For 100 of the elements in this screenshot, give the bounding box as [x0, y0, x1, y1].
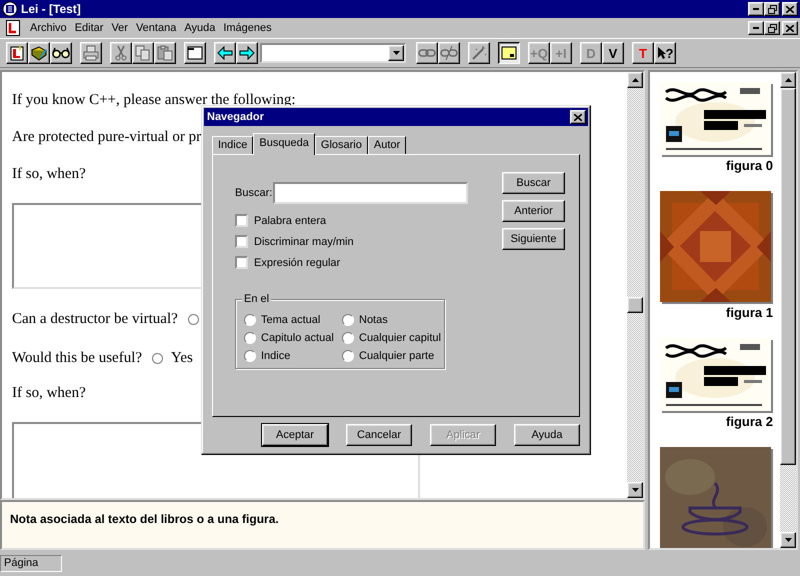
radio-button[interactable]	[342, 350, 354, 362]
action-button[interactable]: Buscar	[502, 172, 565, 194]
restore-icon	[768, 24, 776, 32]
pointer-icon	[656, 46, 666, 60]
radio-button[interactable]	[152, 353, 164, 364]
checkbox-label: Palabra entera	[254, 214, 326, 226]
menu-item[interactable]: Ventana	[132, 22, 180, 34]
figure-caption: figura 1	[726, 305, 773, 320]
down-arrow-icon	[784, 538, 792, 542]
menu-item[interactable]: Imágenes	[219, 22, 276, 34]
close-icon	[574, 114, 582, 120]
dialog-button[interactable]: Cancelar	[346, 424, 412, 446]
window-title: Lei - [Test]	[21, 2, 81, 16]
search-field[interactable]	[273, 182, 468, 204]
action-button[interactable]: Anterior	[502, 200, 565, 222]
up-arrow-icon	[784, 78, 792, 82]
glasses-icon	[52, 47, 70, 59]
copy-icon	[135, 45, 151, 61]
status-panel: Página	[0, 554, 62, 572]
glasses-button[interactable]	[50, 42, 72, 64]
checkbox[interactable]	[235, 235, 248, 248]
scroll-thumb[interactable]	[627, 297, 643, 313]
scroll-down-button[interactable]	[627, 482, 643, 498]
action-button[interactable]: Siguiente	[502, 228, 565, 250]
dialog-button[interactable]: Ayuda	[514, 424, 580, 446]
dialog-button[interactable]: Aceptar	[262, 424, 328, 446]
group-title: En el	[242, 293, 272, 305]
radio-button[interactable]	[244, 332, 256, 344]
broken-link-icon	[440, 45, 458, 61]
restore-button[interactable]	[764, 21, 780, 35]
scroll-thumb[interactable]	[780, 88, 796, 465]
close-button[interactable]	[782, 2, 798, 16]
note-button[interactable]	[498, 42, 520, 64]
printer-icon	[83, 45, 99, 61]
tab[interactable]: Glosario	[314, 136, 368, 154]
scroll-up-button[interactable]	[780, 72, 796, 88]
window-button[interactable]	[184, 42, 206, 64]
menu-item[interactable]: Archivo	[26, 22, 71, 34]
radio-label: Tema actual	[261, 314, 320, 326]
note-text: Nota asociada al texto del libros o a una figura.	[10, 512, 279, 526]
dialog-title: Navegador	[207, 111, 264, 123]
close-icon	[786, 24, 794, 32]
checkbox-label: Discriminar may/min	[254, 236, 354, 248]
radio-label: Notas	[359, 314, 388, 326]
help-button[interactable]: ?	[654, 42, 676, 64]
chain-link-icon	[418, 48, 436, 58]
left-arrow-icon	[217, 46, 233, 60]
figure-caption: figura 2	[726, 414, 773, 429]
letter-button[interactable]: V	[602, 42, 624, 64]
radio-label: Capitulo actual	[261, 332, 334, 344]
tab[interactable]: Busqueda	[253, 133, 315, 155]
close-icon	[786, 6, 794, 12]
scissors-icon	[115, 45, 127, 61]
window-icon	[187, 46, 203, 60]
question-text: Can a destructor be virtual?	[12, 311, 178, 328]
combo-box[interactable]	[260, 43, 406, 63]
menu-item[interactable]: Ayuda	[180, 22, 220, 34]
question-text: If you know C++, please answer the following:	[12, 92, 296, 109]
scroll-up-button[interactable]	[627, 72, 643, 88]
menu-item[interactable]: Editar	[70, 22, 108, 34]
radio-label: Cualquier parte	[359, 350, 434, 362]
left-arrow-button[interactable]	[214, 42, 236, 64]
close-button[interactable]	[782, 21, 798, 35]
checkbox[interactable]	[235, 214, 248, 227]
radio-button[interactable]	[244, 350, 256, 362]
close-button[interactable]	[570, 110, 586, 124]
tab[interactable]: Autor	[368, 136, 406, 154]
checkbox-label: Expresión regular	[254, 256, 340, 268]
question-text: Are protected pure-virtual or pr	[12, 129, 202, 146]
radio-button[interactable]	[342, 314, 354, 326]
question-text: Would this be useful?	[12, 350, 142, 367]
question-text: If so, when?	[12, 166, 86, 183]
question-text: If so, when?	[12, 385, 86, 402]
wand-icon	[471, 45, 487, 61]
figure-caption: figura 0	[726, 158, 773, 173]
checkbox[interactable]	[235, 256, 248, 269]
scroll-down-button[interactable]	[780, 532, 796, 548]
right-arrow-button[interactable]	[236, 42, 258, 64]
restore-button[interactable]	[764, 2, 780, 16]
minimize-icon	[753, 27, 759, 29]
caret-icon	[392, 51, 400, 55]
note-icon	[501, 46, 517, 60]
right-arrow-icon	[239, 46, 255, 60]
paste-icon	[157, 45, 173, 61]
minimize-button[interactable]	[748, 21, 764, 35]
down-arrow-icon	[632, 488, 638, 492]
up-arrow-icon	[632, 78, 638, 82]
document-icon	[6, 20, 20, 36]
search-label: Buscar:	[235, 187, 272, 199]
radio-button[interactable]	[244, 314, 256, 326]
radio-button[interactable]	[342, 332, 354, 344]
menu-item[interactable]: Ver	[107, 22, 132, 34]
restore-icon	[768, 4, 776, 14]
radio-label: Indice	[261, 350, 290, 362]
radio-label: Yes	[171, 350, 193, 367]
book-button[interactable]	[6, 42, 28, 64]
dropdown-button[interactable]	[388, 45, 404, 61]
minimize-button[interactable]	[748, 2, 764, 16]
minimize-icon	[753, 8, 759, 10]
radio-button[interactable]	[188, 314, 199, 325]
